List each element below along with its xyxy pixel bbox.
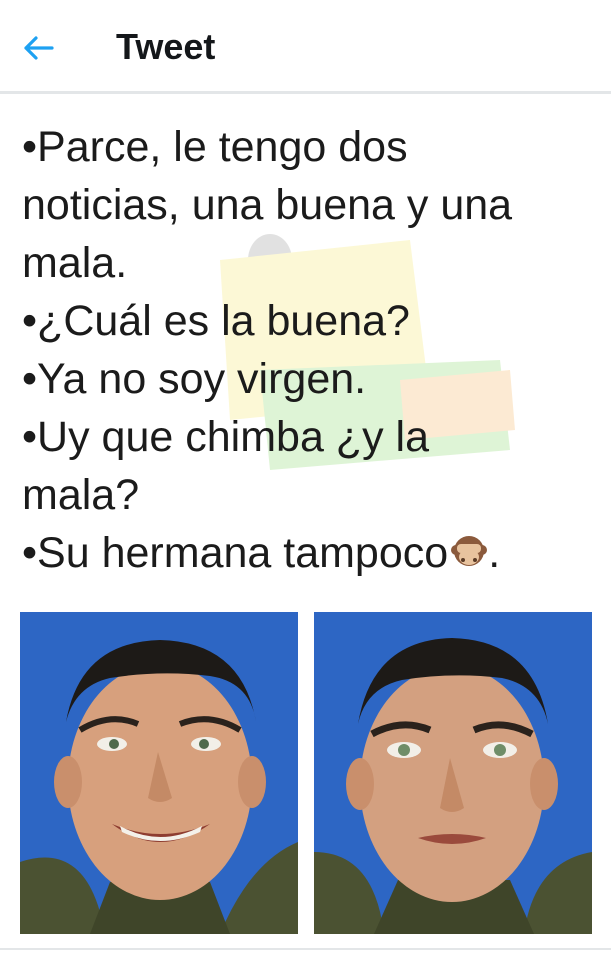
- page-title: Tweet: [116, 26, 216, 67]
- tweet-period: .: [488, 529, 501, 577]
- tweet-line: •Uy que chimba ¿y la: [22, 413, 429, 461]
- tweet-line: mala?: [22, 471, 140, 519]
- serious-man-photo[interactable]: [314, 612, 592, 934]
- tweet-line: mala.: [22, 239, 128, 287]
- tweet-line: •¿Cuál es la buena?: [22, 297, 410, 345]
- top-bar: Tweet: [0, 0, 611, 94]
- tweet-line: •Su hermana tampoco: [22, 529, 449, 577]
- see-no-evil-monkey-icon: [451, 536, 488, 566]
- tweet-media[interactable]: [20, 612, 592, 934]
- tweet-line: •Ya no soy virgen.: [22, 355, 367, 403]
- tweet-text: •Parce, le tengo dos noticias, una buena…: [22, 118, 602, 582]
- tweet-last-line: •Su hermana tampoco .: [22, 524, 602, 582]
- tweet-line: noticias, una buena y una: [22, 181, 513, 229]
- divider: [0, 948, 611, 950]
- arrow-left-icon: [24, 36, 54, 60]
- smiling-man-photo[interactable]: [20, 612, 298, 934]
- back-button[interactable]: [18, 28, 58, 68]
- tweet-line: •Parce, le tengo dos: [22, 123, 408, 171]
